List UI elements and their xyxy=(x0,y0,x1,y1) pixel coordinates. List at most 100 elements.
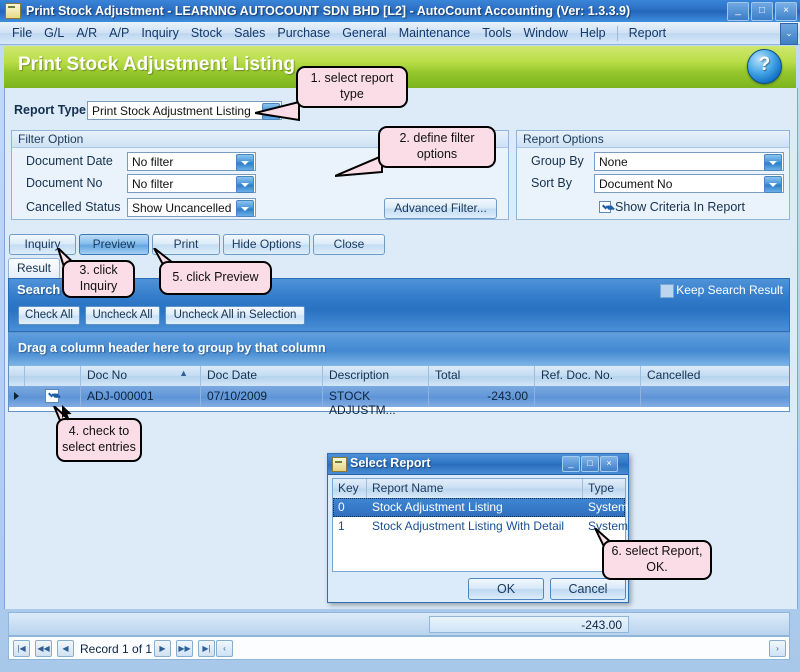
group-by-label: Group By xyxy=(531,154,584,168)
nav-next-icon[interactable]: ▶ xyxy=(154,640,171,657)
row-checkbox[interactable] xyxy=(45,389,59,403)
menu-item-report[interactable]: Report xyxy=(623,24,673,42)
nav-prev-page-icon[interactable]: ◀◀ xyxy=(35,640,52,657)
menu-item-stock[interactable]: Stock xyxy=(185,24,228,42)
total-bar: -243.00 xyxy=(8,612,790,636)
sort-by-select[interactable]: Document No xyxy=(594,174,784,193)
menu-item-inquiry[interactable]: Inquiry xyxy=(135,24,185,42)
chevron-down-icon[interactable]: ⌄ xyxy=(780,23,798,45)
menu-item-purchase[interactable]: Purchase xyxy=(271,24,336,42)
document-date-label: Document Date xyxy=(26,154,113,168)
grid-header-check xyxy=(25,366,81,386)
sort-by-value: Document No xyxy=(599,177,673,191)
dialog-title: Select Report xyxy=(350,456,431,470)
report-type-select[interactable]: Print Stock Adjustment Listing xyxy=(87,101,282,120)
menu-item-tools[interactable]: Tools xyxy=(476,24,517,42)
hide-options-button[interactable]: Hide Options xyxy=(223,234,310,255)
minimize-icon[interactable]: _ xyxy=(727,2,749,21)
help-icon[interactable]: ? xyxy=(747,49,782,84)
menu-item-help[interactable]: Help xyxy=(574,24,612,42)
dialog-minimize-icon[interactable]: _ xyxy=(562,456,580,472)
menu-item-file[interactable]: File xyxy=(6,24,38,42)
callout-click-inquiry: 3. click Inquiry xyxy=(62,260,135,298)
row-check-cell[interactable] xyxy=(25,386,81,407)
uncheck-all-button[interactable]: Uncheck All xyxy=(85,306,160,325)
grid-header-doc-no[interactable]: Doc No ▲ xyxy=(81,366,201,386)
grid-header-total[interactable]: Total xyxy=(429,366,535,386)
grid-header-doc-no-label: Doc No xyxy=(87,368,128,382)
grid-header-ref-doc-no[interactable]: Ref. Doc. No. xyxy=(535,366,641,386)
chevron-down-icon[interactable] xyxy=(236,154,254,171)
cell-doc-no: ADJ-000001 xyxy=(81,386,201,407)
cell-ref-doc-no xyxy=(535,386,641,407)
menu-item-maintenance[interactable]: Maintenance xyxy=(393,24,477,42)
nav-next-page-icon[interactable]: ▶▶ xyxy=(176,640,193,657)
dialog-close-icon[interactable]: × xyxy=(600,456,618,472)
sort-ascending-icon: ▲ xyxy=(179,368,188,378)
close-button[interactable]: Close xyxy=(313,234,385,255)
document-no-value: No filter xyxy=(132,177,174,191)
report-list-item[interactable]: 1 Stock Adjustment Listing With Detail S… xyxy=(333,517,628,536)
advanced-filter-button[interactable]: Advanced Filter... xyxy=(384,198,497,219)
report-type-value: Print Stock Adjustment Listing xyxy=(92,104,251,118)
grid-header-row: Doc No ▲ Doc Date Description Total Ref.… xyxy=(9,366,789,387)
grid-header-description[interactable]: Description xyxy=(323,366,429,386)
document-no-select[interactable]: No filter xyxy=(127,174,256,193)
document-date-value: No filter xyxy=(132,155,174,169)
close-icon[interactable]: × xyxy=(775,2,797,21)
check-all-button[interactable]: Check All xyxy=(18,306,80,325)
chevron-down-icon[interactable] xyxy=(236,176,254,193)
menu-item-gl[interactable]: G/L xyxy=(38,24,70,42)
uncheck-all-in-selection-button[interactable]: Uncheck All in Selection xyxy=(165,306,305,325)
dialog-ok-button[interactable]: OK xyxy=(468,578,544,600)
preview-button[interactable]: Preview xyxy=(79,234,149,255)
mouse-cursor-icon xyxy=(62,405,72,421)
dialog-cancel-button[interactable]: Cancel xyxy=(550,578,626,600)
nav-last-icon[interactable]: ▶| xyxy=(198,640,215,657)
cancelled-status-select[interactable]: Show Uncancelled xyxy=(127,198,256,217)
keep-search-result-checkbox[interactable] xyxy=(660,284,675,298)
menu-item-ap[interactable]: A/P xyxy=(103,24,135,42)
nav-prev-icon[interactable]: ◀ xyxy=(57,640,74,657)
report-list-item[interactable]: 0 Stock Adjustment Listing System xyxy=(333,498,629,517)
record-count-label: Record 1 of 1 xyxy=(80,642,153,656)
grid-header-doc-date[interactable]: Doc Date xyxy=(201,366,323,386)
document-date-select[interactable]: No filter xyxy=(127,152,256,171)
select-report-dialog: Select Report _ □ × Key Report Name Type… xyxy=(327,453,629,603)
cancelled-status-value: Show Uncancelled xyxy=(132,201,232,215)
nav-extra-icon[interactable]: ‹ xyxy=(216,640,233,657)
menu-item-general[interactable]: General xyxy=(336,24,392,42)
show-criteria-label: Show Criteria In Report xyxy=(615,200,745,214)
report-name: Stock Adjustment Listing xyxy=(372,500,503,514)
nav-first-icon[interactable]: |◀ xyxy=(13,640,30,657)
menu-bar: File G/L A/R A/P Inquiry Stock Sales Pur… xyxy=(0,22,800,45)
table-row[interactable]: ADJ-000001 07/10/2009 STOCK ADJUSTM... -… xyxy=(9,386,789,417)
chevron-down-icon[interactable] xyxy=(764,154,782,171)
menu-item-sales[interactable]: Sales xyxy=(228,24,271,42)
group-by-drop-area[interactable]: Drag a column header here to group by th… xyxy=(9,333,789,366)
dialog-icon xyxy=(332,457,347,472)
menu-item-ar[interactable]: A/R xyxy=(70,24,103,42)
group-by-value: None xyxy=(599,155,628,169)
report-type-label: Report Type xyxy=(14,103,86,117)
chevron-down-icon[interactable] xyxy=(764,176,782,193)
maximize-icon[interactable]: □ xyxy=(751,2,773,21)
help-glyph: ? xyxy=(758,54,771,75)
cell-total: -243.00 xyxy=(429,386,535,407)
keep-search-result[interactable]: Keep Search Result xyxy=(660,283,783,298)
menu-item-window[interactable]: Window xyxy=(517,24,573,42)
cell-cancelled xyxy=(641,386,789,407)
report-key: 1 xyxy=(338,519,345,533)
report-type: System xyxy=(588,500,629,514)
dialog-title-bar: Select Report _ □ × xyxy=(328,454,628,475)
grid-header-cancelled[interactable]: Cancelled xyxy=(641,366,789,386)
report-options-title: Report Options xyxy=(517,131,789,148)
callout-check-to-select: 4. check to select entries xyxy=(56,418,142,462)
tab-result[interactable]: Result xyxy=(8,258,60,278)
chevron-down-icon[interactable] xyxy=(236,200,254,217)
menu-separator xyxy=(616,25,618,41)
nav-scroll-right-icon[interactable]: › xyxy=(769,640,786,657)
show-criteria-checkbox[interactable] xyxy=(599,201,611,213)
group-by-select[interactable]: None xyxy=(594,152,784,171)
dialog-maximize-icon[interactable]: □ xyxy=(581,456,599,472)
